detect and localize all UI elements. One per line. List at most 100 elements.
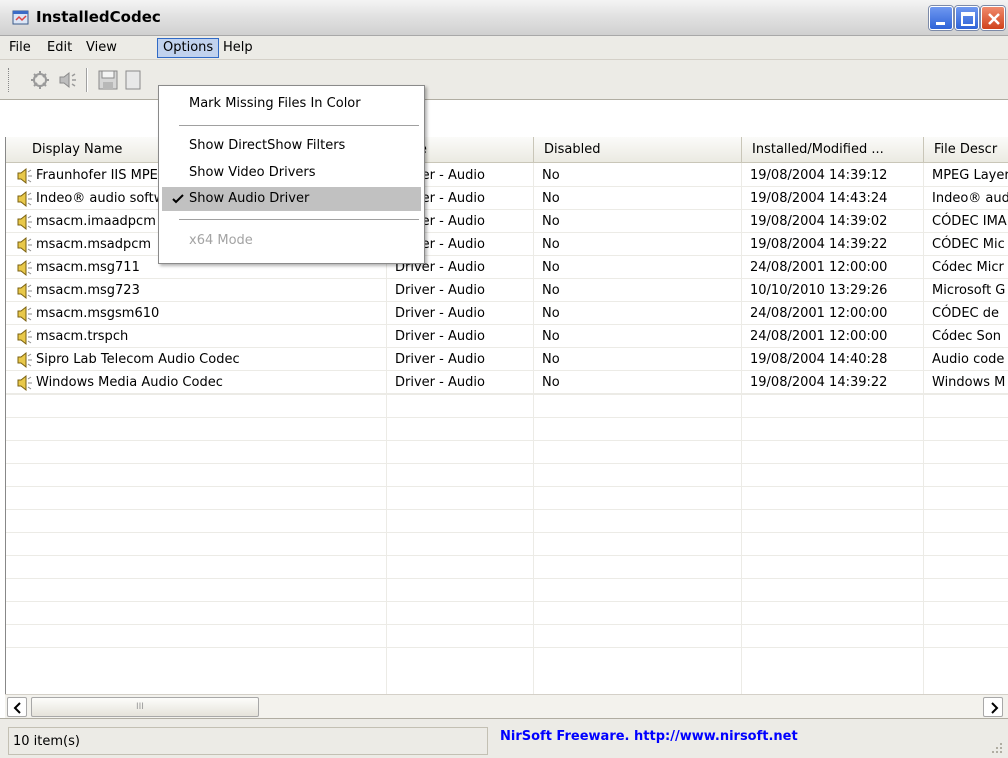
cell-disabled: No [542, 283, 560, 298]
cell-type: Driver - Audio [395, 306, 485, 321]
grid-line [6, 601, 1008, 602]
cell-disabled: No [542, 214, 560, 229]
chevron-right-icon [991, 702, 999, 714]
maximize-icon [961, 12, 975, 26]
window-title: InstalledCodec [36, 8, 161, 26]
cell-installed: 24/08/2001 12:00:00 [750, 306, 888, 321]
codec-list: Display Name Type Disabled Installed/Mod… [5, 137, 1008, 694]
table-row[interactable]: msacm.trspch Driver - Audio No 24/08/2001 1… [6, 325, 1008, 348]
cell-description: Códec Son [932, 329, 1002, 344]
scroll-thumb[interactable]: III [31, 697, 259, 717]
menu-separator [179, 125, 419, 126]
app-icon [12, 10, 29, 25]
disable-icon[interactable] [28, 68, 52, 92]
horizontal-scrollbar[interactable]: III [5, 694, 1008, 718]
nirsoft-link[interactable]: NirSoft Freeware. http://www.nirsoft.net [496, 727, 976, 755]
minimize-icon [936, 22, 945, 25]
grid-line [6, 440, 1008, 441]
cell-installed: 19/08/2004 14:39:12 [750, 168, 888, 183]
grid-line [6, 578, 1008, 579]
cell-disabled: No [542, 329, 560, 344]
menu-item-label: Show Audio Driver [189, 191, 310, 206]
table-row[interactable]: Sipro Lab Telecom Audio Codec Driver - Au… [6, 348, 1008, 371]
cell-type: Driver - Audio [395, 283, 485, 298]
menu-file[interactable]: File [4, 38, 36, 58]
cell-description: Códec Micr [932, 260, 1004, 275]
table-row[interactable]: Windows Media Audio Codec Driver - Audio N… [6, 371, 1008, 394]
cell-display-name: msacm.msg723 [36, 283, 140, 298]
table-row[interactable]: msacm.msadpcm Driver - Audio No 19/08/2004 … [6, 233, 1008, 256]
cell-installed: 19/08/2004 14:43:24 [750, 191, 888, 206]
grid-line [6, 647, 1008, 648]
maximize-button[interactable] [955, 6, 979, 30]
save-icon[interactable] [96, 68, 120, 92]
toolbar-grip [8, 68, 11, 92]
cell-description: CÓDEC de [932, 306, 999, 321]
cell-installed: 19/08/2004 14:39:22 [750, 375, 888, 390]
check-icon [172, 194, 184, 204]
cell-display-name: msacm.msgsm610 [36, 306, 160, 321]
menu-options[interactable]: Options [157, 38, 220, 58]
table-row[interactable]: msacm.msg723 Driver - Audio No 10/10/2010 1… [6, 279, 1008, 302]
grid-line [6, 509, 1008, 510]
menu-item-show-audio-driver[interactable]: Show Audio Driver [162, 187, 421, 211]
scroll-thumb-grip: III [136, 702, 144, 712]
menu-help[interactable]: Help [218, 38, 258, 58]
title-bar: InstalledCodec [0, 0, 1008, 36]
cell-installed: 19/08/2004 14:39:22 [750, 237, 888, 252]
cell-installed: 24/08/2001 12:00:00 [750, 260, 888, 275]
cell-disabled: No [542, 191, 560, 206]
cell-description: Windows M [932, 375, 1006, 390]
cell-installed: 24/08/2001 12:00:00 [750, 329, 888, 344]
table-row[interactable]: msacm.imaadpcm Driver - Audio No 19/08/2004… [6, 210, 1008, 233]
cell-display-name: msacm.trspch [36, 329, 129, 344]
column-header-description[interactable]: File Descr [924, 137, 1008, 163]
options-menu: Mark Missing Files In Color Show DirectS… [158, 85, 425, 264]
grid-line [6, 486, 1008, 487]
close-icon [988, 13, 1000, 25]
chevron-left-icon [13, 702, 21, 714]
cell-disabled: No [542, 168, 560, 183]
minimize-button[interactable] [929, 6, 953, 30]
column-header-disabled[interactable]: Disabled [534, 137, 742, 163]
cell-disabled: No [542, 375, 560, 390]
menu-item-mark-missing-files[interactable]: Mark Missing Files In Color [162, 92, 421, 116]
scroll-right-button[interactable] [983, 697, 1003, 717]
item-count: 10 item(s) [8, 727, 488, 755]
cell-description: Microsoft G [932, 283, 1006, 298]
table-row[interactable]: Indeo® audio software Driver - Audio No 19/… [6, 187, 1008, 210]
table-row[interactable]: msacm.msgsm610 Driver - Audio No 24/08/2001… [6, 302, 1008, 325]
grid-line [6, 532, 1008, 533]
cell-installed: 19/08/2004 14:40:28 [750, 352, 888, 367]
cell-disabled: No [542, 237, 560, 252]
menu-edit[interactable]: Edit [42, 38, 77, 58]
column-header-installed[interactable]: Installed/Modified ... [742, 137, 924, 163]
column-header-row: Display Name Type Disabled Installed/Mod… [6, 137, 1008, 163]
resize-grip-icon[interactable] [988, 739, 1004, 755]
grid-line [6, 394, 1008, 395]
cell-description: MPEG Layer [932, 168, 1008, 183]
cell-display-name: Windows Media Audio Codec [36, 375, 223, 390]
table-row[interactable]: Fraunhofer IIS MPEG Layer-3 Codec Driver … [6, 164, 1008, 187]
scroll-left-button[interactable] [7, 697, 27, 717]
cell-display-name: Sipro Lab Telecom Audio Codec [36, 352, 240, 367]
menu-item-x64-mode[interactable]: x64 Mode [162, 229, 421, 253]
speaker-settings-icon[interactable] [56, 68, 80, 92]
grid-line [6, 417, 1008, 418]
menu-item-show-directshow-filters[interactable]: Show DirectShow Filters [162, 134, 421, 158]
cell-description: Indeo® aud [932, 191, 1008, 206]
menu-view[interactable]: View [81, 38, 122, 58]
cell-type: Driver - Audio [395, 329, 485, 344]
cell-disabled: No [542, 260, 560, 275]
table-row[interactable]: msacm.msg711 Driver - Audio No 24/08/2001 1… [6, 256, 1008, 279]
grid-line [6, 624, 1008, 625]
status-bar: 10 item(s) NirSoft Freeware. http://www.… [0, 718, 1008, 758]
cell-type: Driver - Audio [395, 352, 485, 367]
grid-line [6, 463, 1008, 464]
menu-item-show-video-drivers[interactable]: Show Video Drivers [162, 161, 421, 185]
cell-installed: 10/10/2010 13:29:26 [750, 283, 888, 298]
toolbar-separator [86, 68, 88, 92]
copy-icon[interactable] [122, 68, 146, 92]
grid-line [6, 555, 1008, 556]
close-button[interactable] [981, 6, 1005, 30]
